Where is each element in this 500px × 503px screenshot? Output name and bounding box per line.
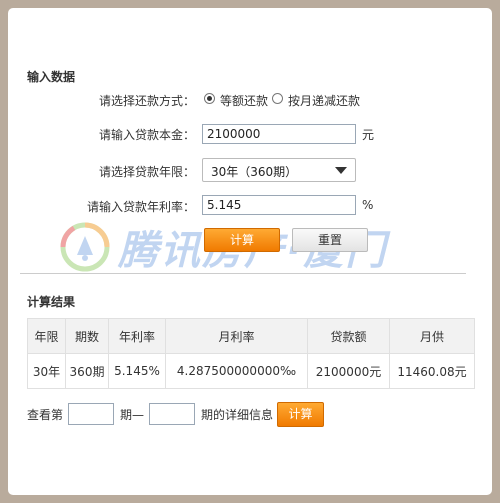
result-table: 年限 期数 年利率 月利率 贷款额 月供 30年 360期 5.145% 4.2…: [27, 318, 475, 389]
cell-loan-amount: 2100000元: [307, 353, 390, 389]
table-header-row: 年限 期数 年利率 月利率 贷款额 月供: [27, 318, 475, 354]
calculate-button[interactable]: 计算: [204, 228, 280, 252]
detail-middle: 期—: [120, 408, 145, 422]
cell-annual-rate: 5.145%: [108, 353, 166, 389]
principal-input[interactable]: [202, 124, 356, 144]
cell-monthly-rate: 4.287500000000‰: [165, 353, 308, 389]
reset-button[interactable]: 重置: [292, 228, 368, 252]
input-section-title: 输入数据: [27, 70, 76, 84]
header-monthly-rate: 月利率: [165, 318, 308, 354]
header-loan-amount: 贷款额: [307, 318, 390, 354]
rate-label: 请输入贷款年利率：: [86, 200, 195, 214]
term-selected-value: 30年（360期）: [211, 165, 298, 179]
cell-periods: 360期: [65, 353, 109, 389]
header-monthly-payment: 月供: [389, 318, 475, 354]
detail-suffix: 期的详细信息: [201, 408, 274, 422]
radio-equal-payment[interactable]: [204, 93, 215, 104]
header-annual-rate: 年利率: [108, 318, 166, 354]
rate-input[interactable]: [202, 195, 356, 215]
detail-calculate-button[interactable]: 计算: [277, 402, 324, 427]
section-divider: [20, 273, 466, 274]
header-years: 年限: [27, 318, 66, 354]
rate-unit: %: [362, 198, 374, 212]
radio-equal-payment-label[interactable]: 等额还款: [220, 92, 268, 109]
chevron-down-icon: [335, 167, 347, 174]
radio-decreasing-payment-label[interactable]: 按月递减还款: [288, 92, 360, 109]
table-row: 30年 360期 5.145% 4.287500000000‰ 2100000元…: [27, 353, 475, 389]
term-label: 请选择贷款年限：: [98, 165, 195, 179]
header-periods: 期数: [65, 318, 109, 354]
principal-unit: 元: [362, 128, 375, 142]
repay-method-label: 请选择还款方式：: [98, 94, 195, 108]
result-section-title: 计算结果: [27, 295, 76, 309]
term-select[interactable]: 30年（360期）: [202, 158, 356, 182]
detail-prefix: 查看第: [27, 408, 64, 422]
principal-label: 请输入贷款本金：: [98, 128, 195, 142]
cell-years: 30年: [27, 353, 66, 389]
start-period-input[interactable]: [68, 403, 114, 425]
end-period-input[interactable]: [149, 403, 195, 425]
cell-monthly-payment: 11460.08元: [389, 353, 475, 389]
radio-decreasing-payment[interactable]: [272, 93, 283, 104]
